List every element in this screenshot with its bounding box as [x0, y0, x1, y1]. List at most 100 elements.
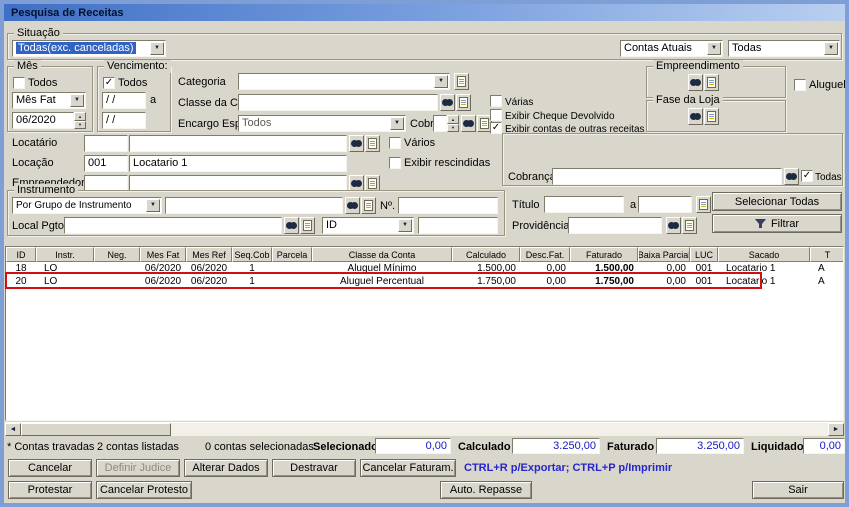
spin-up-icon[interactable]: ▲	[74, 112, 86, 121]
grid-horizontal-scrollbar[interactable]: ◄ ►	[5, 422, 844, 436]
todas-select[interactable]: Todas ▼	[728, 40, 840, 57]
locatario-search-button[interactable]	[349, 135, 364, 152]
sair-button[interactable]: Sair	[752, 481, 844, 499]
fase-loja-new-button[interactable]	[704, 108, 719, 125]
classe-conta-search-button[interactable]	[440, 94, 455, 111]
locatario-codigo-input[interactable]	[84, 135, 128, 152]
grid-col-desc-fat[interactable]: Desc.Fat.	[520, 247, 570, 262]
spin-down-icon[interactable]: ▼	[447, 123, 459, 132]
grid-col-mes-ref[interactable]: Mes Ref	[186, 247, 232, 262]
chevron-down-icon[interactable]: ▼	[146, 199, 160, 212]
grid-col-mes-fat[interactable]: Mes Fat	[140, 247, 186, 262]
grid-row-2[interactable]: 20 LO 06/2020 06/2020 1 Aluguel Percentu…	[6, 275, 843, 288]
instrumento-search-button[interactable]	[345, 197, 360, 214]
chevron-down-icon[interactable]: ▼	[434, 75, 448, 88]
instrumento-input[interactable]	[165, 197, 343, 214]
vencimento-todos-checkbox[interactable]: ✓	[103, 77, 115, 89]
mes-todos-checkbox[interactable]	[13, 77, 25, 89]
grid-col-seq-cob[interactable]: Seq.Cob	[232, 247, 272, 262]
grid-col-luc[interactable]: LUC	[690, 247, 718, 262]
mes-periodo-stepper[interactable]: ▲ ▼	[74, 112, 86, 129]
grid-row-1[interactable]: 18 LO 06/2020 06/2020 1 Aluguel Mínimo 1…	[6, 262, 843, 275]
vencimento-de-input[interactable]: / /	[102, 92, 146, 109]
local-pgto-new-button[interactable]	[300, 217, 315, 234]
grid-col-parcela[interactable]: Parcela	[272, 247, 312, 262]
protestar-button[interactable]: Protestar	[8, 481, 92, 499]
locacao-nome-input[interactable]: Locatario 1	[129, 155, 347, 172]
chevron-down-icon[interactable]: ▼	[150, 42, 164, 55]
exibir-rescindidas-checkbox[interactable]	[389, 157, 401, 169]
cobr-input[interactable]	[433, 115, 447, 132]
scroll-left-button[interactable]: ◄	[5, 423, 21, 436]
grid-col-faturado[interactable]: Faturado	[570, 247, 638, 262]
alterar-dados-button[interactable]: Alterar Dados	[184, 459, 268, 477]
mes-tipo-select[interactable]: Mês Fat ▼	[12, 92, 86, 109]
spin-down-icon[interactable]: ▼	[74, 120, 86, 129]
grid-col-calculado[interactable]: Calculado	[452, 247, 520, 262]
chevron-down-icon[interactable]: ▼	[70, 94, 84, 107]
aluguel-checkbox[interactable]	[794, 79, 806, 91]
cancelar-protesto-button[interactable]: Cancelar Protesto	[96, 481, 192, 499]
empreendimento-new-button[interactable]	[704, 74, 719, 91]
fase-loja-search-button[interactable]	[688, 108, 703, 125]
scroll-right-button[interactable]: ►	[828, 423, 844, 436]
chevron-down-icon[interactable]: ▼	[398, 219, 412, 232]
categoria-new-button[interactable]	[454, 73, 469, 90]
categoria-select[interactable]: ▼	[238, 73, 450, 90]
titulo-new-button[interactable]	[696, 196, 711, 213]
locatario-nome-input[interactable]	[129, 135, 347, 152]
exibir-outras-checkbox[interactable]: ✓	[490, 122, 502, 134]
grid-col-neg[interactable]: Neg.	[94, 247, 140, 262]
vencimento-ate-input[interactable]: / /	[102, 112, 146, 129]
locacao-codigo-input[interactable]: 001	[84, 155, 128, 172]
title-bar[interactable]: Pesquisa de Receitas	[4, 4, 845, 21]
providencia-search-button[interactable]	[666, 217, 681, 234]
cell-id: 20	[15, 276, 27, 287]
cobranca-todas-checkbox[interactable]: ✓	[801, 170, 813, 182]
cobr-stepper[interactable]: ▲ ▼	[447, 115, 459, 132]
resultados-grid[interactable]: ID Instr. Neg. Mes Fat Mes Ref Seq.Cob P…	[5, 246, 844, 421]
providencia-input[interactable]	[568, 217, 662, 234]
chevron-down-icon[interactable]: ▼	[390, 117, 404, 130]
grid-col-id[interactable]: ID	[6, 247, 36, 262]
locatario-new-button[interactable]	[365, 135, 380, 152]
cancelar-button[interactable]: Cancelar	[8, 459, 92, 477]
grid-col-instr[interactable]: Instr.	[36, 247, 94, 262]
chevron-down-icon[interactable]: ▼	[707, 42, 721, 55]
grid-col-classe[interactable]: Classe da Conta	[312, 247, 452, 262]
id-input[interactable]	[418, 217, 498, 234]
classe-conta-input[interactable]	[238, 94, 438, 111]
cobranca-search-button[interactable]	[784, 168, 799, 185]
filtrar-button[interactable]: Filtrar	[712, 214, 842, 233]
situacao-select[interactable]: Todas(exc. canceladas) ▼	[12, 40, 166, 57]
grid-col-tipo[interactable]: T	[810, 247, 843, 262]
exibir-cheque-checkbox[interactable]	[490, 109, 502, 121]
classe-conta-new-button[interactable]	[456, 94, 471, 111]
mes-periodo-input[interactable]: 06/2020	[12, 112, 74, 129]
scrollbar-thumb[interactable]	[21, 423, 171, 436]
grid-col-baixa-parcial[interactable]: Baixa Parcial	[638, 247, 690, 262]
id-select[interactable]: ID ▼	[322, 217, 414, 234]
chevron-down-icon[interactable]: ▼	[824, 42, 838, 55]
empreendimento-search-button[interactable]	[688, 74, 703, 91]
providencia-new-button[interactable]	[682, 217, 697, 234]
auto-repasse-button[interactable]: Auto. Repasse	[440, 481, 532, 499]
local-pgto-search-button[interactable]	[284, 217, 299, 234]
grid-col-sacado[interactable]: Sacado	[718, 247, 810, 262]
cobr-search-button[interactable]	[461, 115, 476, 132]
varias-checkbox[interactable]	[490, 95, 502, 107]
instrumento-grupo-select[interactable]: Por Grupo de Instrumento ▼	[12, 197, 162, 214]
selecionar-todas-button[interactable]: Selecionar Todas	[712, 192, 842, 211]
instrumento-new-button[interactable]	[361, 197, 376, 214]
spin-up-icon[interactable]: ▲	[447, 115, 459, 124]
local-pgto-input[interactable]	[64, 217, 282, 234]
contas-atuais-select[interactable]: Contas Atuais ▼	[620, 40, 723, 57]
encargo-select[interactable]: Todos ▼	[238, 115, 406, 132]
numero-input[interactable]	[398, 197, 498, 214]
cobranca-input[interactable]	[552, 168, 782, 185]
titulo-ate-input[interactable]	[638, 196, 692, 213]
cancelar-faturam-button[interactable]: Cancelar Faturam.	[360, 459, 456, 477]
varios-checkbox[interactable]	[389, 137, 401, 149]
destravar-button[interactable]: Destravar	[272, 459, 356, 477]
titulo-de-input[interactable]	[544, 196, 624, 213]
